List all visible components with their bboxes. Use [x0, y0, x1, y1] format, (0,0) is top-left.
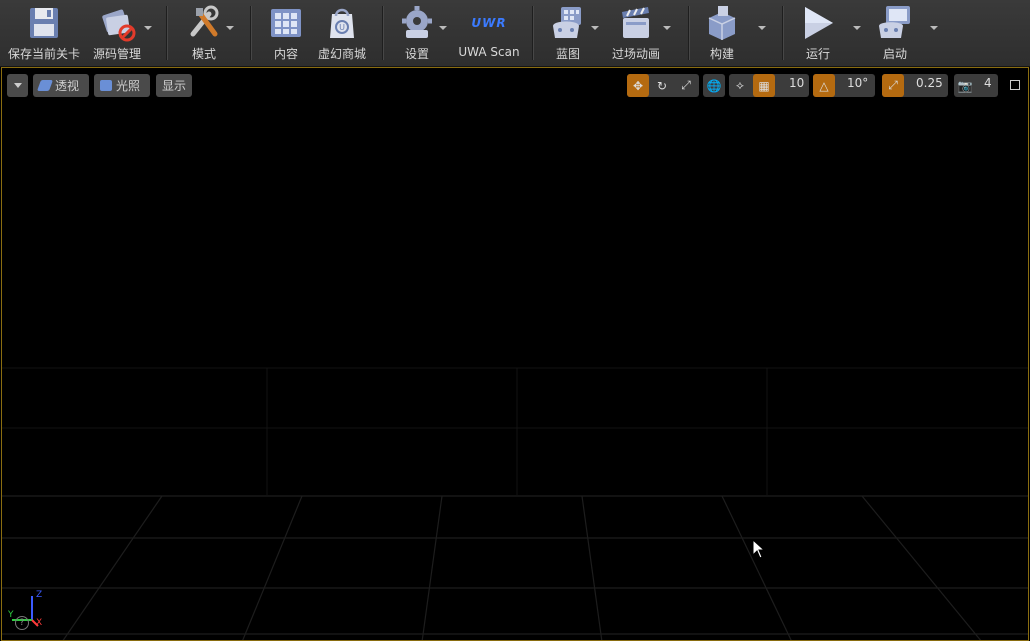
settings-dropdown-icon[interactable]: [439, 26, 447, 30]
launch-label: 启动: [882, 47, 907, 61]
angle-icon: △: [819, 78, 829, 93]
modes-label: 模式: [191, 47, 216, 61]
content-button[interactable]: 内容: [264, 0, 308, 66]
build-icon: [703, 4, 741, 42]
blueprints-dropdown-icon[interactable]: [591, 26, 599, 30]
toolbar-separator: [382, 6, 383, 60]
scale-snap-group: ⤢ 0.25: [882, 74, 948, 97]
source-control-label: 源码管理: [92, 47, 141, 61]
lit-cube-icon: [100, 80, 112, 91]
blueprints-button[interactable]: 蓝图: [546, 0, 590, 66]
grid-snap-group: ⟡ ▦ 10: [729, 74, 809, 97]
transform-tools-group: ✥ ↻ ⤢: [627, 74, 699, 97]
surface-snap-icon: ⟡: [736, 78, 744, 92]
source-control-dropdown-icon[interactable]: [144, 26, 152, 30]
grid-icon: ▦: [758, 78, 770, 93]
rotate-tool-button[interactable]: ↻: [651, 74, 673, 97]
marketplace-icon: U: [323, 4, 361, 42]
grid-snap-toggle[interactable]: ▦: [753, 74, 775, 97]
modes-dropdown-icon[interactable]: [226, 26, 234, 30]
settings-icon: [398, 4, 436, 42]
translate-tool-button[interactable]: ✥: [627, 74, 649, 97]
uwa-icon: UWR: [470, 4, 508, 42]
build-button[interactable]: 构建: [700, 0, 744, 66]
rotation-snap-value[interactable]: 10°: [847, 76, 868, 90]
marketplace-label: 虚幻商城: [317, 47, 366, 61]
scale-snap-value[interactable]: 0.25: [916, 76, 943, 90]
scale-icon: ⤢: [681, 78, 691, 92]
floor-grid: [2, 367, 1028, 640]
rotation-snap-group: △ 10°: [813, 74, 875, 97]
build-dropdown-icon[interactable]: [758, 26, 766, 30]
toolbar-separator: [688, 6, 689, 60]
uwa-logo-text: UWR: [471, 16, 507, 30]
save-current-level-button[interactable]: 保存当前关卡: [8, 0, 80, 66]
show-button[interactable]: 显示: [156, 74, 192, 97]
lighting-label: 光照: [116, 79, 141, 93]
content-icon: [267, 4, 305, 42]
scale-arrow-icon: ⤢: [888, 78, 898, 92]
toolbar-separator: [532, 6, 533, 60]
show-label: 显示: [162, 79, 187, 93]
launch-dropdown-icon[interactable]: [930, 26, 938, 30]
camera-speed-group[interactable]: 📷 4: [954, 74, 998, 97]
uwa-scan-button[interactable]: UWR UWA Scan: [458, 0, 520, 66]
toolbar-separator: [782, 6, 783, 60]
toolbar-separator: [250, 6, 251, 60]
rotation-snap-toggle[interactable]: △: [813, 74, 835, 97]
svg-text:U: U: [339, 23, 345, 32]
cinematics-label: 过场动画: [611, 47, 660, 61]
globe-icon: 🌐: [706, 78, 722, 93]
blueprints-label: 蓝图: [555, 47, 580, 61]
axis-y-label: Y: [8, 610, 14, 620]
camera-speed-value: 4: [984, 76, 992, 90]
grid-snap-value[interactable]: 10: [789, 76, 804, 90]
camera-icon: 📷: [957, 78, 973, 93]
save-icon: [25, 4, 63, 42]
launch-button[interactable]: 启动: [872, 0, 918, 66]
launch-icon: [876, 4, 914, 42]
surface-snap-button[interactable]: ⟡: [729, 74, 751, 97]
perspective-button[interactable]: 透视: [33, 74, 89, 97]
help-glyph: ?: [19, 618, 25, 628]
modes-button[interactable]: 模式: [182, 0, 226, 66]
viewport-options-button[interactable]: [7, 74, 28, 97]
save-current-level-label: 保存当前关卡: [8, 47, 81, 61]
play-dropdown-icon[interactable]: [853, 26, 861, 30]
play-button[interactable]: 运行: [796, 0, 840, 66]
cinematics-icon: [617, 4, 655, 42]
axis-z-label: Z: [36, 590, 43, 600]
axis-x-label: X: [36, 618, 43, 628]
lighting-button[interactable]: 光照: [94, 74, 150, 97]
source-control-button[interactable]: 源码管理: [92, 0, 142, 66]
settings-label: 设置: [404, 47, 429, 61]
mouse-cursor-icon: [752, 539, 766, 559]
marketplace-button[interactable]: U 虚幻商城: [314, 0, 370, 66]
perspective-icon: [36, 80, 54, 91]
move-arrows-icon: ✥: [632, 78, 644, 93]
rotate-icon: ↻: [656, 78, 668, 93]
uwa-scan-label: UWA Scan: [458, 45, 520, 59]
main-toolbar: 保存当前关卡 源码管理 模式 内容 U 虚幻商城 设置 UWR UWA Scan…: [0, 0, 1030, 67]
maximize-viewport-icon[interactable]: [1010, 80, 1020, 90]
scale-snap-toggle[interactable]: ⤢: [882, 74, 904, 97]
toolbar-separator: [166, 6, 167, 60]
play-icon: [799, 4, 837, 42]
scale-tool-button[interactable]: ⤢: [675, 74, 697, 97]
chevron-down-icon: [13, 83, 22, 88]
coordinate-system-button[interactable]: 🌐: [703, 74, 725, 97]
perspective-label: 透视: [55, 79, 80, 93]
play-label: 运行: [805, 47, 830, 61]
level-viewport[interactable]: 透视 光照 显示 ✥ ↻ ⤢ 🌐 ⟡ ▦ 10 △ 10° ⤢ 0.25 📷 4…: [1, 67, 1029, 641]
cinematics-button[interactable]: 过场动画: [608, 0, 664, 66]
source-control-icon: [98, 4, 136, 42]
cinematics-dropdown-icon[interactable]: [663, 26, 671, 30]
build-label: 构建: [709, 47, 734, 61]
help-icon[interactable]: ?: [15, 616, 29, 630]
modes-icon: [185, 4, 223, 42]
settings-button[interactable]: 设置: [396, 0, 438, 66]
content-label: 内容: [273, 47, 298, 61]
blueprint-icon: [549, 4, 587, 42]
